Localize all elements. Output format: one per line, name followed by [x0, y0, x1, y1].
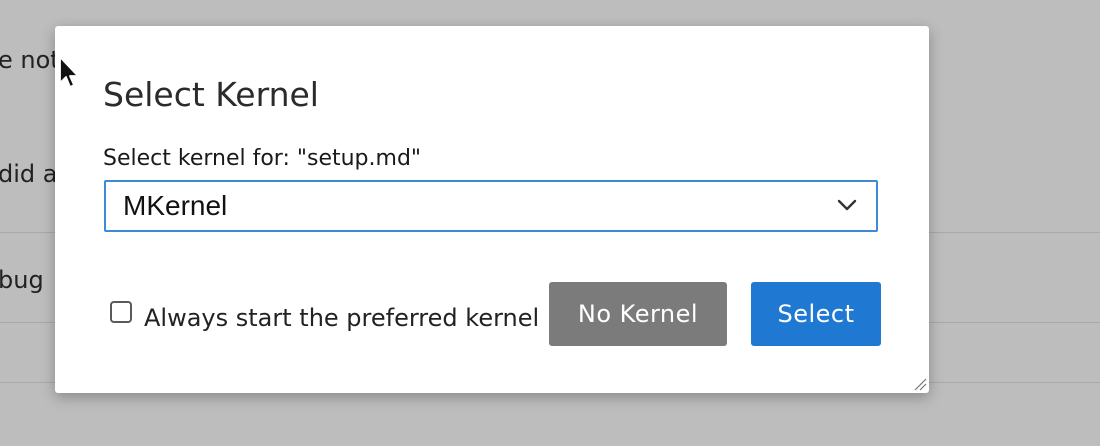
- background-text-3: bug: [0, 266, 44, 294]
- select-kernel-label: Select kernel for: "setup.md": [103, 146, 422, 171]
- background-text-1: e not: [0, 46, 60, 74]
- background-text-2: did a: [0, 160, 58, 188]
- select-kernel-dialog: Select Kernel Select kernel for: "setup.…: [55, 26, 929, 393]
- select-button[interactable]: Select: [751, 282, 881, 346]
- chevron-down-icon: [837, 199, 857, 211]
- always-start-preferred-kernel-label[interactable]: Always start the preferred kernel: [144, 306, 539, 330]
- dialog-title: Select Kernel: [103, 75, 319, 114]
- kernel-select-value: MKernel: [123, 190, 228, 221]
- no-kernel-button[interactable]: No Kernel: [549, 282, 727, 346]
- always-start-preferred-kernel-checkbox[interactable]: [110, 301, 132, 323]
- mouse-pointer-icon: [59, 56, 79, 88]
- kernel-select[interactable]: MKernel: [104, 180, 878, 232]
- resize-grip-icon[interactable]: [913, 377, 927, 391]
